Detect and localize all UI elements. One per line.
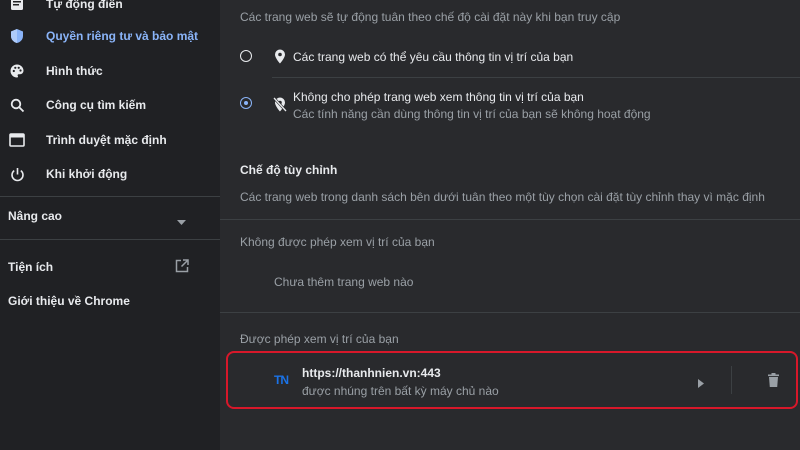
- radio-allow[interactable]: [240, 50, 252, 62]
- open-in-new-icon: [175, 259, 189, 278]
- location-off-icon: [273, 97, 287, 117]
- sidebar-item-label: Hình thức: [46, 64, 103, 78]
- separator: [220, 312, 800, 313]
- sidebar-item-autofill[interactable]: Tự động điền: [0, 0, 220, 21]
- sidebar-divider: [0, 239, 220, 240]
- sidebar-item-label: Quyền riêng tư và bảo mật: [46, 29, 199, 43]
- blocked-empty-text: Chưa thêm trang web nào: [274, 275, 414, 289]
- browser-icon: [9, 132, 25, 148]
- option-allow-location[interactable]: Các trang web có thể yêu cầu thông tin v…: [230, 42, 790, 72]
- allowed-header: Được phép xem vị trí của bạn: [240, 332, 399, 346]
- sidebar: Tự động điền Quyền riêng tư và bảo mật H…: [0, 0, 220, 450]
- shield-icon: [9, 28, 25, 44]
- extensions-label: Tiện ích: [8, 260, 54, 274]
- custom-header: Chế độ tùy chỉnh: [240, 163, 338, 177]
- custom-description: Các trang web trong danh sách bên dưới t…: [240, 190, 765, 204]
- advanced-toggle[interactable]: Nâng cao: [0, 204, 200, 228]
- sidebar-item-on-startup[interactable]: Khi khởi động: [0, 157, 220, 191]
- sidebar-item-extensions[interactable]: Tiện ích: [0, 255, 200, 279]
- highlight-box: [226, 351, 798, 409]
- sidebar-item-appearance[interactable]: Hình thức: [0, 54, 220, 88]
- power-icon: [9, 166, 25, 182]
- blocked-header: Không được phép xem vị trí của bạn: [240, 235, 435, 249]
- sidebar-item-label: Tự động điền: [46, 0, 123, 11]
- sidebar-divider: [0, 196, 220, 197]
- advanced-label: Nâng cao: [8, 209, 63, 223]
- sidebar-item-about-chrome[interactable]: Giới thiệu về Chrome: [0, 289, 200, 313]
- sidebar-item-default-browser[interactable]: Trình duyệt mặc định: [0, 123, 220, 157]
- separator: [272, 77, 800, 78]
- about-label: Giới thiệu về Chrome: [8, 294, 130, 308]
- sidebar-item-privacy[interactable]: Quyền riêng tư và bảo mật: [0, 19, 220, 53]
- sidebar-item-search-engine[interactable]: Công cụ tìm kiếm: [0, 88, 220, 122]
- location-pin-icon: [274, 49, 286, 69]
- sidebar-item-label: Công cụ tìm kiếm: [46, 98, 147, 112]
- separator: [220, 219, 800, 220]
- radio-block[interactable]: [240, 97, 252, 109]
- palette-icon: [9, 63, 25, 79]
- sidebar-item-label: Khi khởi động: [46, 167, 128, 181]
- option-block-location[interactable]: Không cho phép trang web xem thông tin v…: [230, 85, 790, 125]
- option-allow-title: Các trang web có thể yêu cầu thông tin v…: [293, 50, 574, 64]
- search-icon: [9, 97, 25, 113]
- autofill-icon: [9, 0, 25, 12]
- option-block-title: Không cho phép trang web xem thông tin v…: [293, 90, 584, 104]
- chevron-down-icon: [177, 213, 186, 231]
- intro-text: Các trang web sẽ tự động tuân theo chế đ…: [240, 10, 621, 24]
- option-block-subtitle: Các tính năng cần dùng thông tin vị trí …: [293, 107, 651, 121]
- sidebar-item-label: Trình duyệt mặc định: [46, 133, 167, 147]
